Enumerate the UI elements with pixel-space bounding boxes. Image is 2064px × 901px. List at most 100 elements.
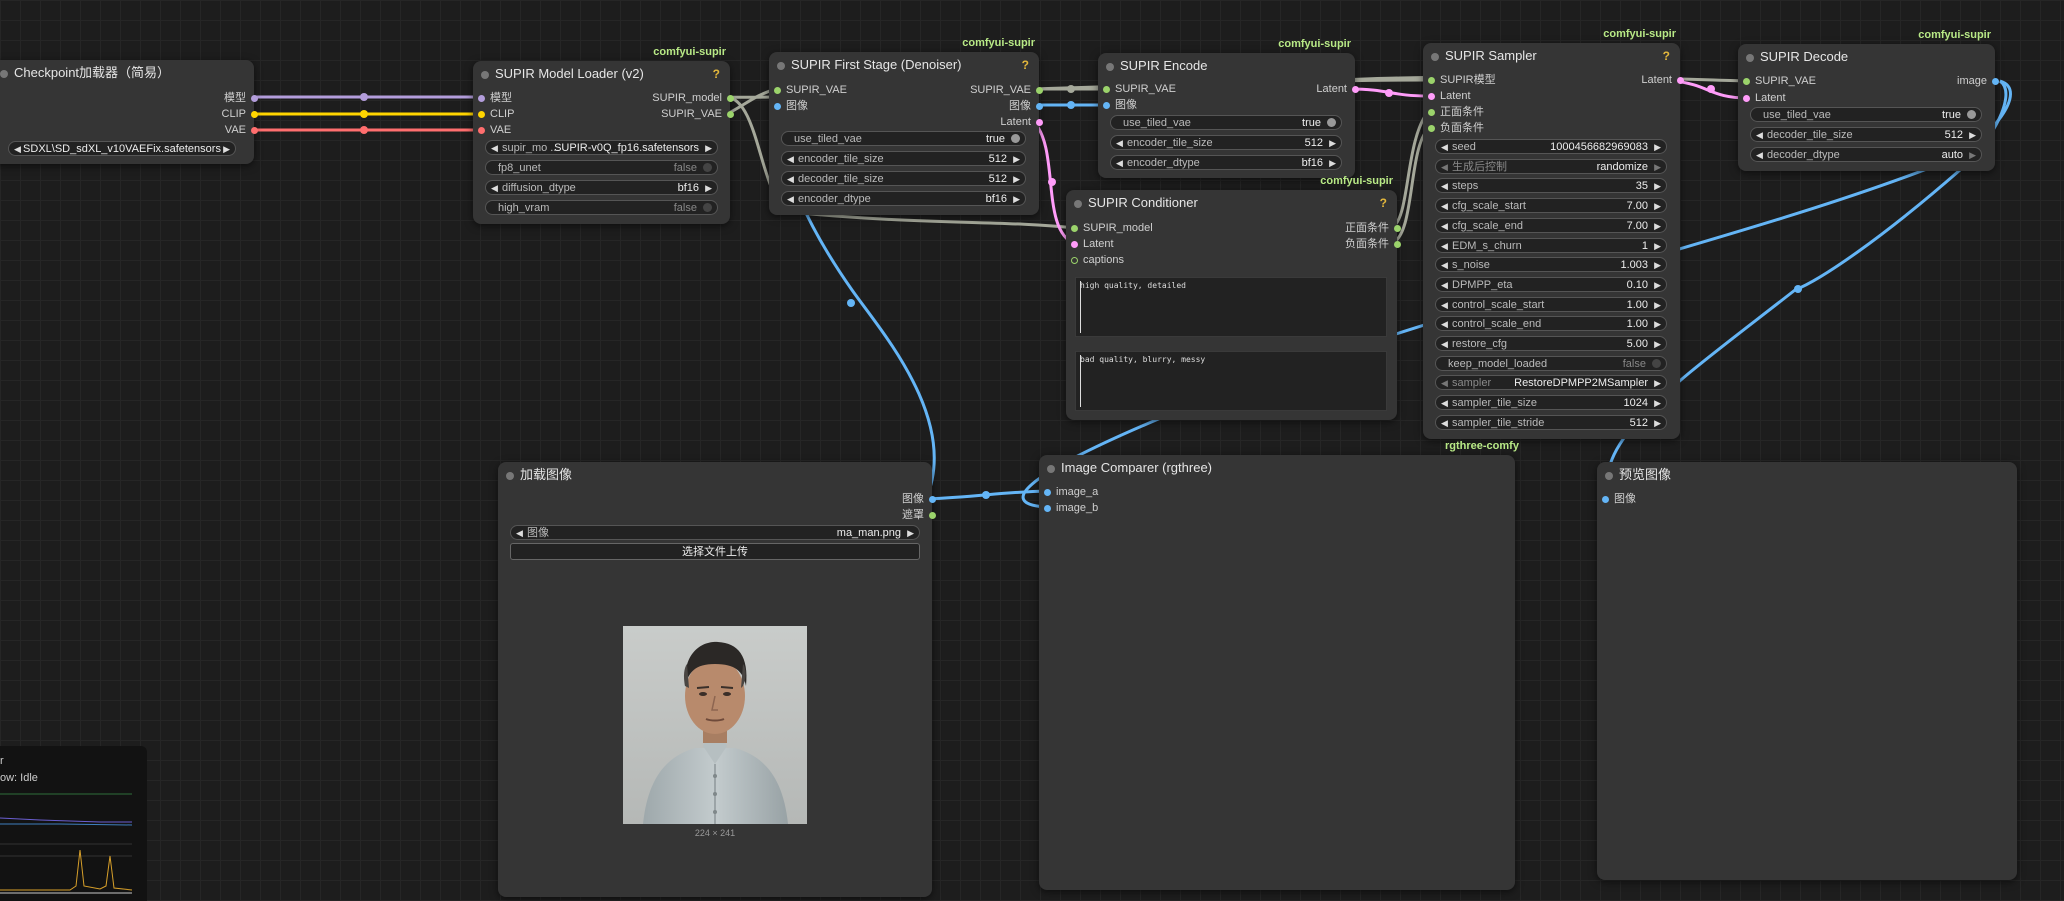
slot-pin[interactable] [727,95,734,102]
output-slot-vae[interactable]: VAE [225,123,258,137]
increment-arrow-icon[interactable]: ▶ [1329,156,1336,169]
use-tiled-vae-toggle[interactable]: use_tiled_vae true [1110,115,1342,130]
slot-pin[interactable] [1428,93,1435,100]
increment-arrow-icon[interactable]: ▶ [1654,396,1661,409]
decrement-arrow-icon[interactable]: ◀ [491,141,498,154]
slot-pin[interactable] [1992,78,1999,85]
increment-arrow-icon[interactable]: ▶ [1654,258,1661,271]
supir-encode-node[interactable]: comfyui-supir SUPIR Encode SUPIR_VAE 图像 … [1098,38,1359,178]
increment-arrow-icon[interactable]: ▶ [1654,416,1661,429]
supir-model-loader-node[interactable]: comfyui-supir SUPIR Model Loader (v2) ? … [473,46,734,224]
slot-pin[interactable] [929,512,936,519]
output-slot-positive[interactable]: 正面条件 [1345,221,1401,235]
decrement-arrow-icon[interactable]: ◀ [1441,219,1448,232]
help-icon[interactable]: ? [713,67,720,81]
slot-pin[interactable] [1602,496,1609,503]
increment-arrow-icon[interactable]: ▶ [705,141,712,154]
slot-pin[interactable] [251,127,258,134]
node-title[interactable]: SUPIR First Stage (Denoiser) [769,52,1039,78]
slot-pin[interactable] [478,111,485,118]
slot-pin[interactable] [1036,119,1043,126]
slot-pin[interactable] [1428,125,1435,132]
output-slot-image[interactable]: 图像 [902,492,936,506]
slot-pin[interactable] [1394,225,1401,232]
slot-pin[interactable] [478,127,485,134]
decrement-arrow-icon[interactable]: ◀ [1116,136,1123,149]
node-title[interactable]: SUPIR Decode [1738,44,1995,70]
image-comparer-node[interactable]: rgthree-comfy Image Comparer (rgthree) i… [1039,440,1519,890]
sampler-widget-sampler-tile-size[interactable]: ◀ sampler_tile_size 1024 ▶ [1435,395,1667,411]
node-title[interactable]: Image Comparer (rgthree) [1039,455,1515,481]
node-collapse-dot[interactable] [506,472,514,480]
ckpt-name-combo[interactable]: ◀ SDXL\SD_sdXL_v10VAEFix.safetensors ▶ [8,141,236,156]
input-slot-vae[interactable]: VAE [478,123,511,137]
increment-arrow-icon[interactable]: ▶ [1654,278,1661,291]
input-slot-supir-model[interactable]: SUPIR模型 [1428,73,1496,87]
increment-arrow-icon[interactable]: ▶ [223,142,230,155]
output-slot-model[interactable]: 模型 [224,91,258,105]
help-icon[interactable]: ? [1663,49,1670,63]
sampler-widget-steps[interactable]: ◀ steps 35 ▶ [1435,178,1667,194]
input-slot-image[interactable]: 图像 [1103,98,1137,112]
use-tiled-vae-toggle[interactable]: use_tiled_vae true [1750,107,1982,122]
node-collapse-dot[interactable] [1074,200,1082,208]
node-title[interactable]: SUPIR Encode [1098,53,1355,79]
node-collapse-dot[interactable] [481,71,489,79]
increment-arrow-icon[interactable]: ▶ [705,181,712,194]
slot-pin[interactable] [727,111,734,118]
increment-arrow-icon[interactable]: ▶ [1654,199,1661,212]
increment-arrow-icon[interactable]: ▶ [1654,337,1661,350]
decrement-arrow-icon[interactable]: ◀ [1441,278,1448,291]
input-slot-image-a[interactable]: image_a [1044,485,1098,499]
node-title[interactable]: Checkpoint加载器（简易） [0,60,254,86]
decrement-arrow-icon[interactable]: ◀ [1441,239,1448,252]
output-slot-latent[interactable]: Latent [1316,82,1359,96]
slot-pin[interactable] [1352,86,1359,93]
increment-arrow-icon[interactable]: ▶ [1329,136,1336,149]
input-slot-supir-vae[interactable]: SUPIR_VAE [774,83,847,97]
slot-pin[interactable] [1428,109,1435,116]
decoder-tile-size-input[interactable]: ◀ decoder_tile_size 512 ▶ [781,171,1026,186]
sampler-widget-restore-cfg[interactable]: ◀ restore_cfg 5.00 ▶ [1435,336,1667,351]
slot-pin[interactable] [1394,241,1401,248]
output-slot-image[interactable]: 图像 [1009,99,1043,113]
input-slot-latent[interactable]: Latent [1428,89,1471,103]
decrement-arrow-icon[interactable]: ◀ [1441,298,1448,311]
node-collapse-dot[interactable] [777,62,785,70]
increment-arrow-icon[interactable]: ▶ [1654,239,1661,252]
decrement-arrow-icon[interactable]: ◀ [1441,199,1448,212]
increment-arrow-icon[interactable]: ▶ [1654,219,1661,232]
upload-file-button[interactable]: 选择文件上传 [510,543,920,560]
decrement-arrow-icon[interactable]: ◀ [787,152,794,165]
supir-conditioner-node[interactable]: comfyui-supir SUPIR Conditioner ? SUPIR_… [1066,175,1401,420]
use-tiled-vae-toggle[interactable]: use_tiled_vae true [781,131,1026,146]
sampler-widget-sampler[interactable]: ◀ sampler RestoreDPMPP2MSampler ▶ [1435,375,1667,391]
slot-pin[interactable] [1677,77,1684,84]
slot-pin[interactable] [1036,103,1043,110]
decrement-arrow-icon[interactable]: ◀ [787,172,794,185]
supir-decode-node[interactable]: comfyui-supir SUPIR Decode SUPIR_VAE Lat… [1738,29,1999,171]
decrement-arrow-icon[interactable]: ◀ [1441,160,1448,173]
output-slot-supir-vae[interactable]: SUPIR_VAE [661,107,734,121]
output-slot-latent[interactable]: Latent [1000,115,1043,129]
output-slot-mask[interactable]: 遮罩 [902,508,936,522]
slot-pin[interactable] [1044,489,1051,496]
checkpoint-loader-node[interactable]: Checkpoint加载器（简易） 模型 CLIP VAE ◀ SDXL\SD_… [0,60,258,164]
encoder-tile-size-input[interactable]: ◀ encoder_tile_size 512 ▶ [781,151,1026,166]
sampler-widget-sampler-tile-stride[interactable]: ◀ sampler_tile_stride 512 ▶ [1435,414,1667,430]
supir-first-stage-node[interactable]: comfyui-supir SUPIR First Stage (Denoise… [769,37,1043,215]
sampler-widget-cfg-scale-end[interactable]: ◀ cfg_scale_end 7.00 ▶ [1435,217,1667,233]
increment-arrow-icon[interactable]: ▶ [907,526,914,539]
increment-arrow-icon[interactable]: ▶ [1654,298,1661,311]
input-slot-clip[interactable]: CLIP [478,107,514,121]
input-slot-supir-vae[interactable]: SUPIR_VAE [1743,74,1816,88]
negative-prompt-textarea[interactable]: bad quality, blurry, messy [1075,351,1387,411]
load-image-node[interactable]: 加载图像 图像 遮罩 ◀ 图像 ma_man.png ▶ 选择文件上传 224 × 2… [498,462,936,897]
input-slot-negative[interactable]: 负面条件 [1428,121,1484,135]
decrement-arrow-icon[interactable]: ◀ [1441,179,1448,192]
sampler-widget-s-noise[interactable]: ◀ s_noise 1.003 ▶ [1435,257,1667,273]
input-slot-image-b[interactable]: image_b [1044,501,1098,515]
slot-pin[interactable] [1044,505,1051,512]
node-collapse-dot[interactable] [0,70,8,78]
output-slot-image[interactable]: image [1957,74,1999,88]
